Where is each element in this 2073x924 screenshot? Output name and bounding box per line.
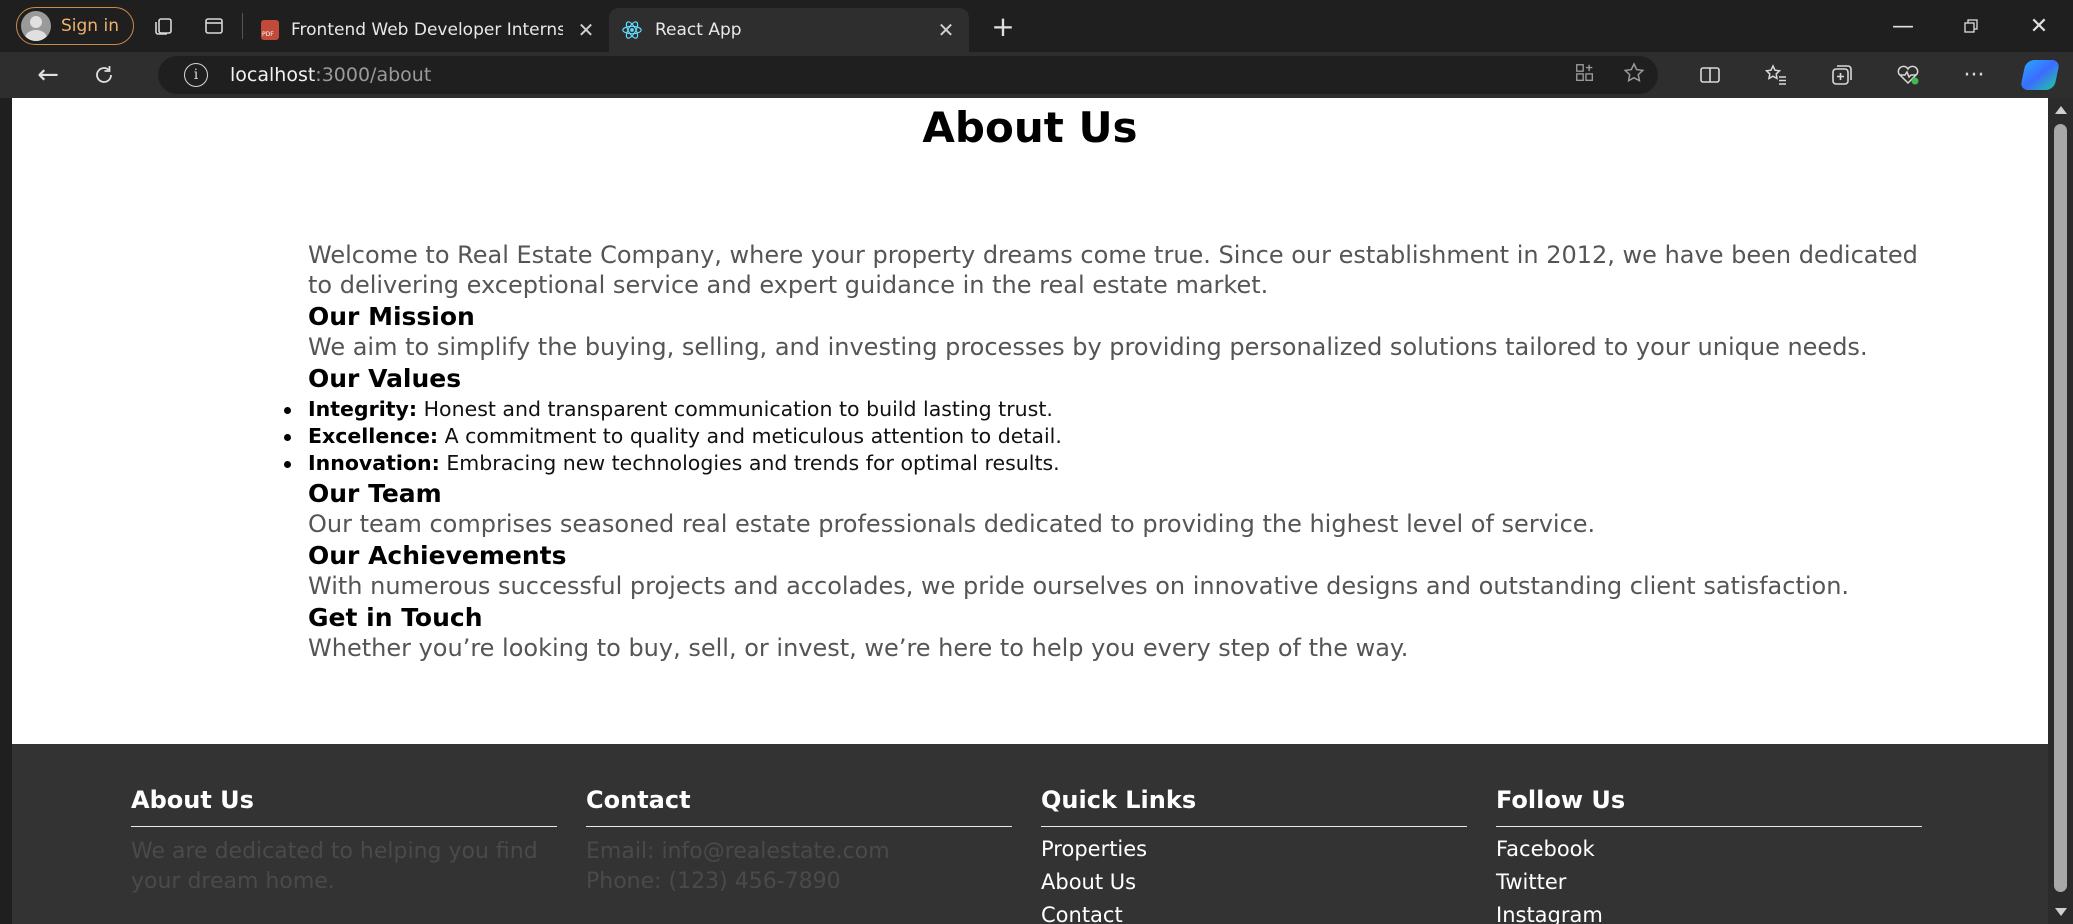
tab-title: React App: [654, 20, 742, 40]
footer-link-about-us[interactable]: About Us: [1041, 866, 1467, 899]
footer-heading: Quick Links: [1041, 786, 1467, 827]
scroll-down-arrow-icon[interactable]: [2055, 908, 2067, 916]
footer-phone: Phone: (123) 456-7890: [586, 869, 841, 894]
page-title: About Us: [922, 103, 1138, 152]
divider: [241, 13, 243, 39]
copilot-icon[interactable]: [2007, 52, 2073, 98]
footer-link-facebook[interactable]: Facebook: [1496, 833, 1922, 866]
favorite-star-icon[interactable]: [1622, 61, 1646, 89]
footer-link-contact[interactable]: Contact: [1041, 899, 1467, 924]
footer-email: Email: info@realestate.com: [586, 839, 890, 864]
page-viewport: About Us Welcome to Real Estate Company,…: [12, 98, 2048, 924]
app-available-icon[interactable]: [1574, 62, 1596, 88]
browser-essentials-icon[interactable]: [1875, 52, 1941, 98]
values-heading: Our Values: [308, 364, 462, 393]
footer-link-properties[interactable]: Properties: [1041, 833, 1467, 866]
mission-text: We aim to simplify the buying, selling, …: [308, 333, 1868, 361]
window-controls: — ✕: [1869, 0, 2073, 52]
footer-about: About Us We are dedicated to helping you…: [131, 786, 557, 897]
close-icon[interactable]: ✕: [935, 18, 957, 42]
close-window-icon[interactable]: ✕: [2005, 0, 2073, 52]
contact-heading: Get in Touch: [308, 603, 483, 632]
info-icon[interactable]: i: [184, 63, 208, 87]
values-list: Integrity: Honest and transparent commun…: [284, 396, 1948, 477]
list-item: Integrity: Honest and transparent commun…: [284, 396, 1948, 423]
about-content: Welcome to Real Estate Company, where yo…: [284, 240, 1948, 663]
minimize-icon[interactable]: —: [1869, 0, 1937, 52]
achievements-text: With numerous successful projects and ac…: [308, 572, 1850, 600]
footer: About Us We are dedicated to helping you…: [12, 744, 2048, 924]
scrollbar-thumb[interactable]: [2054, 124, 2067, 892]
footer-about-text: We are dedicated to helping you find you…: [131, 839, 538, 894]
contact-text: Whether you’re looking to buy, sell, or …: [308, 634, 1409, 662]
list-item: Innovation: Embracing new technologies a…: [284, 450, 1948, 477]
team-text: Our team comprises seasoned real estate …: [308, 510, 1596, 538]
close-icon[interactable]: ✕: [575, 18, 597, 42]
footer-follow: Follow Us Facebook Twitter Instagram: [1496, 786, 1922, 924]
browser-toolbar: ← i localhost:3000/about ···: [0, 52, 2073, 98]
page-scrollbar[interactable]: [2048, 98, 2073, 924]
avatar: [21, 11, 51, 41]
footer-heading: About Us: [131, 786, 557, 827]
footer-heading: Contact: [586, 786, 1012, 827]
refresh-icon[interactable]: [76, 55, 132, 95]
favorites-icon[interactable]: [1743, 52, 1809, 98]
scroll-up-arrow-icon[interactable]: [2055, 106, 2067, 114]
footer-heading: Follow Us: [1496, 786, 1922, 827]
new-tab-button[interactable]: +: [985, 10, 1021, 43]
tab-strip: Sign in Frontend Web Developer Internsh …: [0, 0, 2073, 52]
address-bar[interactable]: i localhost:3000/about: [158, 56, 1658, 94]
back-icon[interactable]: ←: [20, 55, 76, 95]
restore-icon[interactable]: [1937, 0, 2005, 52]
profile-button[interactable]: Sign in: [16, 7, 134, 45]
profile-label: Sign in: [61, 16, 119, 36]
list-item: Excellence: A commitment to quality and …: [284, 423, 1948, 450]
mission-heading: Our Mission: [308, 302, 475, 331]
workspaces-icon[interactable]: [144, 6, 184, 46]
tab-frontend-internship[interactable]: Frontend Web Developer Internsh ✕: [249, 8, 609, 52]
footer-contact: Contact Email: info@realestate.com Phone…: [586, 786, 1012, 897]
achievements-heading: Our Achievements: [308, 541, 567, 570]
footer-quick-links: Quick Links Properties About Us Contact: [1041, 786, 1467, 924]
react-icon: [622, 21, 642, 39]
team-heading: Our Team: [308, 479, 442, 508]
tab-react-app[interactable]: React App ✕: [608, 8, 969, 52]
split-screen-icon[interactable]: [1677, 52, 1743, 98]
tab-title: Frontend Web Developer Internsh: [290, 20, 563, 40]
tab-actions-icon[interactable]: [194, 6, 234, 46]
url-text[interactable]: localhost:3000/about: [230, 64, 431, 86]
more-options-icon[interactable]: ···: [1941, 52, 2007, 98]
footer-link-twitter[interactable]: Twitter: [1496, 866, 1922, 899]
pdf-icon: [260, 20, 279, 40]
collections-icon[interactable]: [1809, 52, 1875, 98]
intro-text: Welcome to Real Estate Company, where yo…: [308, 241, 1918, 299]
footer-link-instagram[interactable]: Instagram: [1496, 899, 1922, 924]
